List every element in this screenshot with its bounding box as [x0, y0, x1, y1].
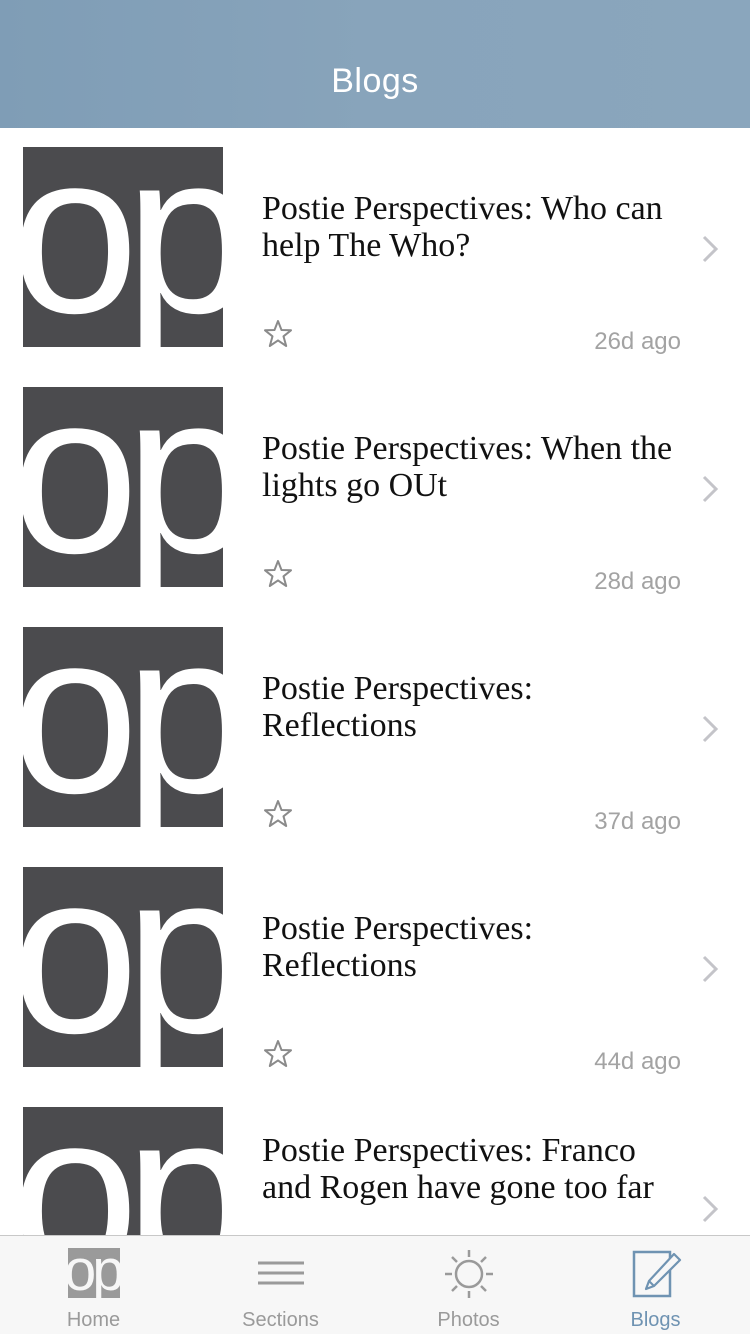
chevron-right-icon[interactable]	[700, 234, 720, 264]
blog-thumbnail: op	[23, 147, 223, 347]
pencil-page-icon	[632, 1250, 681, 1298]
list-item[interactable]: op Postie Perspectives: Who can help The…	[0, 128, 750, 368]
svg-text:op: op	[23, 387, 223, 587]
star-outline-icon[interactable]	[262, 1038, 294, 1070]
svg-text:op: op	[23, 627, 223, 827]
svg-text:op: op	[23, 867, 223, 1067]
svg-text:op: op	[68, 1248, 120, 1298]
blog-thumbnail: op	[23, 867, 223, 1067]
chevron-right-icon[interactable]	[700, 714, 720, 744]
op-logo-icon: op	[23, 1107, 223, 1235]
tab-label: Photos	[437, 1309, 500, 1331]
post-title: Postie Perspectives: Franco and Rogen ha…	[262, 1132, 654, 1206]
tab-blogs[interactable]: Blogs	[562, 1236, 749, 1334]
blog-thumbnail: op	[23, 387, 223, 587]
post-title: Postie Perspectives: Reflections	[262, 670, 534, 744]
op-logo-icon: op	[67, 1248, 120, 1298]
op-logo-icon: op	[23, 627, 223, 827]
star-outline-icon[interactable]	[262, 798, 294, 830]
tab-label: Sections	[242, 1309, 319, 1331]
sun-icon	[444, 1250, 493, 1298]
post-timestamp: 44d ago	[594, 1048, 681, 1075]
op-logo-icon: op	[23, 867, 223, 1067]
tab-home[interactable]: op Home	[0, 1236, 187, 1334]
page-title: Blogs	[331, 62, 419, 100]
list-item[interactable]: op Postie Perspectives: Reflections 44d …	[0, 848, 750, 1088]
list-item[interactable]: op Postie Perspectives: Reflections 37d …	[0, 608, 750, 848]
post-timestamp: 37d ago	[594, 808, 681, 835]
menu-lines-icon	[257, 1261, 304, 1285]
tab-label: Home	[66, 1309, 121, 1331]
svg-text:op: op	[23, 147, 223, 347]
post-title: Postie Perspectives: When the lights go …	[262, 430, 673, 504]
tab-photos[interactable]: Photos	[375, 1236, 562, 1334]
op-logo-icon: op	[23, 387, 223, 587]
chevron-right-icon[interactable]	[700, 1194, 720, 1224]
blog-thumbnail: op	[23, 627, 223, 827]
navigation-bar: Blogs	[0, 0, 750, 128]
tab-label: Blogs	[630, 1309, 681, 1331]
list-item[interactable]: op Postie Perspectives: When the lights …	[0, 368, 750, 608]
tab-bar: op Home Sections Photos Blogs	[0, 1235, 750, 1334]
post-timestamp: 28d ago	[594, 568, 681, 595]
chevron-right-icon[interactable]	[700, 954, 720, 984]
post-title: Postie Perspectives: Reflections	[262, 910, 534, 984]
svg-text:op: op	[23, 1107, 223, 1235]
list-item[interactable]: op Postie Perspectives: Franco and Rogen…	[0, 1088, 750, 1235]
blog-list[interactable]: op Postie Perspectives: Who can help The…	[0, 128, 750, 1235]
post-title: Postie Perspectives: Who can help The Wh…	[262, 190, 663, 264]
star-outline-icon[interactable]	[262, 558, 294, 590]
tab-sections[interactable]: Sections	[187, 1236, 374, 1334]
chevron-right-icon[interactable]	[700, 474, 720, 504]
post-timestamp: 26d ago	[594, 328, 681, 355]
op-logo-icon: op	[23, 147, 223, 347]
blog-thumbnail: op	[23, 1107, 223, 1235]
star-outline-icon[interactable]	[262, 318, 294, 350]
